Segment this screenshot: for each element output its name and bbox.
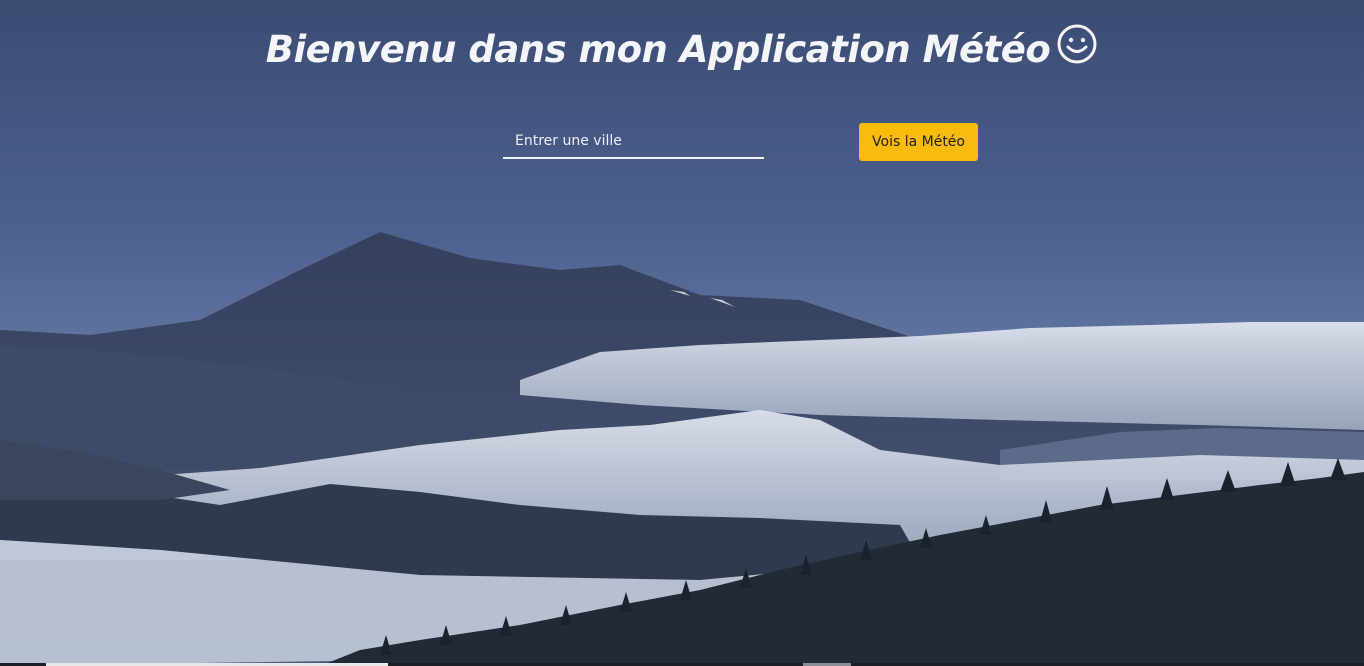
smiley-face-icon bbox=[1056, 23, 1098, 74]
show-weather-button[interactable]: Vois la Météo bbox=[859, 123, 978, 161]
page-title: Bienvenu dans mon Application Météo bbox=[0, 24, 1364, 74]
background-landscape bbox=[0, 0, 1364, 666]
app-root: Bienvenu dans mon Application Météo Vois… bbox=[0, 0, 1364, 666]
city-search-input[interactable] bbox=[503, 124, 764, 159]
page-title-text: Bienvenu dans mon Application Météo bbox=[265, 28, 1051, 71]
